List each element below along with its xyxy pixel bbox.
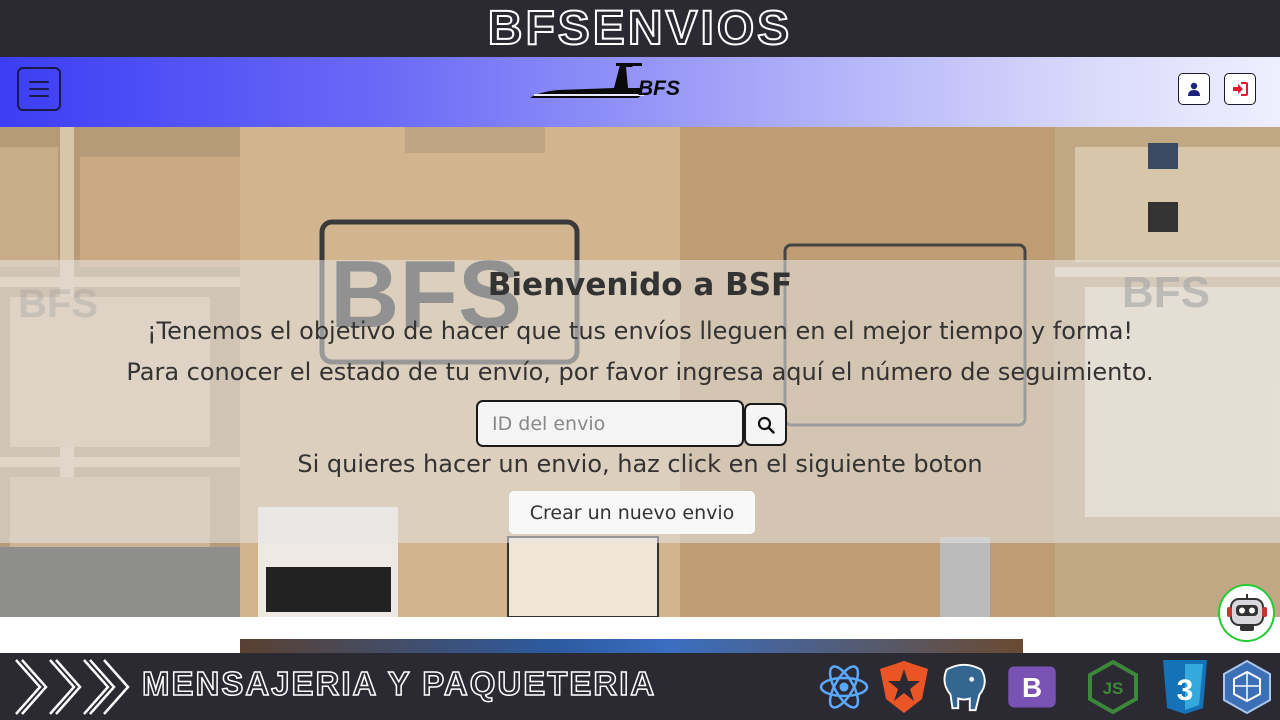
chevrons-icon: [15, 659, 130, 715]
banner-title: BFSENVIOS: [487, 1, 793, 55]
user-button[interactable]: [1178, 73, 1210, 105]
secondary-image: [240, 639, 1023, 653]
search-button[interactable]: [744, 403, 787, 446]
hero-objective-text: ¡Tenemos el objetivo de hacer que tus en…: [146, 317, 1134, 345]
bootstrap-icon: B: [1005, 658, 1059, 716]
menu-button[interactable]: [17, 67, 61, 111]
hero-title: Bienvenido a BSF: [487, 267, 793, 303]
logo-text: BFS: [638, 77, 680, 100]
robot-icon: [1226, 594, 1267, 631]
footer: MENSAJERIA Y PAQUETERIA B JS 3: [0, 653, 1280, 720]
footer-text: MENSAJERIA Y PAQUETERIA: [141, 665, 657, 702]
svg-text:JS: JS: [1103, 679, 1124, 698]
sign-in-icon: [1233, 82, 1248, 96]
nodejs-icon: JS: [1086, 658, 1140, 716]
auth0-icon: [877, 658, 931, 716]
hero-create-text: Si quieres hacer un envio, haz click en …: [297, 450, 983, 478]
postgresql-icon: [937, 658, 991, 716]
top-banner: BFSENVIOS: [0, 0, 1280, 57]
react-icon: [817, 658, 871, 716]
hamburger-icon: [29, 81, 49, 83]
navbar: BFS: [0, 57, 1280, 127]
user-icon: [1188, 82, 1200, 96]
login-button[interactable]: [1224, 73, 1256, 105]
hero-section: BFS BFS BFS Bienvenido a BSF ¡Tenemos el…: [0, 127, 1280, 617]
svg-text:3: 3: [1177, 674, 1194, 707]
chatbot-button[interactable]: [1218, 584, 1275, 642]
sequelize-icon: [1220, 658, 1274, 716]
create-shipment-button[interactable]: Crear un nuevo envio: [509, 491, 755, 534]
search-icon: [757, 416, 775, 434]
hero-tracking-text: Para conocer el estado de tu envío, por …: [126, 358, 1154, 386]
svg-text:B: B: [1022, 672, 1042, 703]
bfs-logo[interactable]: BFS: [528, 61, 698, 103]
css3-icon: 3: [1158, 658, 1212, 716]
tracking-id-input[interactable]: [476, 400, 744, 447]
